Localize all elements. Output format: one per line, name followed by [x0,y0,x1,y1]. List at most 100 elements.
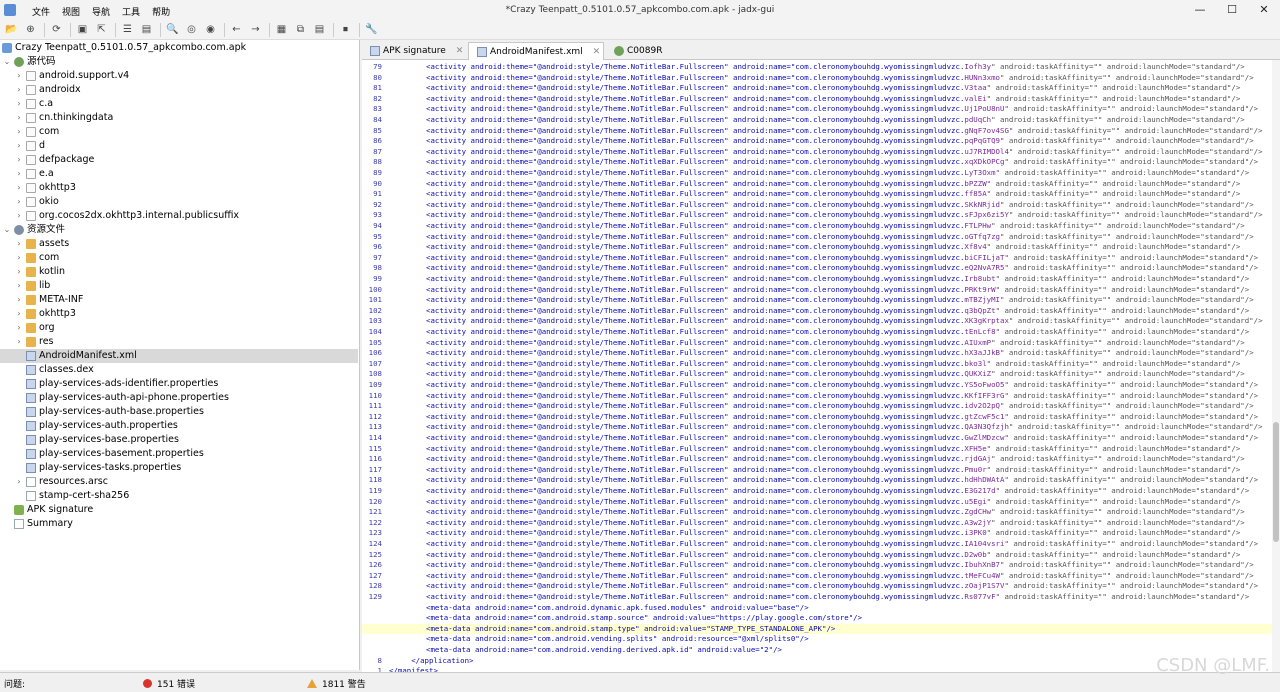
scrollbar-thumb[interactable] [1273,422,1279,542]
save-icon[interactable]: ▣ [74,22,91,38]
tree-package[interactable]: › android.support.v4 [14,69,129,83]
tree-package[interactable]: › okio [14,195,59,209]
expand-arrow-icon[interactable]: › [14,307,24,321]
close-button[interactable]: ✕ [1248,0,1280,20]
tree-folder[interactable]: › assets [14,237,69,251]
expand-arrow-icon[interactable]: › [14,237,24,251]
expand-arrow-icon[interactable]: › [14,335,24,349]
expand-arrow-icon[interactable]: › [14,279,24,293]
quark-icon[interactable]: ▦ [273,22,290,38]
expand-arrow-icon[interactable]: › [14,69,24,83]
expand-arrow-icon[interactable]: › [14,209,24,223]
tree-file[interactable]: play-services-auth.properties [14,419,178,433]
expand-arrow-icon[interactable]: › [14,153,24,167]
expand-arrow-icon[interactable]: ⌄ [2,55,12,69]
tree-package[interactable]: › okhttp3 [14,181,76,195]
tree-file[interactable]: play-services-basement.properties [14,447,204,461]
code-token: " android:taskAffinity="" android:launch… [1008,210,1263,220]
tree-folder[interactable]: › META-INF [14,293,83,307]
export-icon[interactable]: ⇱ [93,22,110,38]
expand-arrow-icon[interactable]: › [14,321,24,335]
tree-file[interactable]: play-services-tasks.properties [14,461,181,475]
tree-package[interactable]: › defpackage [14,153,94,167]
settings-icon[interactable]: 🔧 [363,22,380,38]
tree-apk-signature[interactable]: APK signature [2,503,93,517]
debug-icon[interactable]: ⏹ [337,22,354,38]
code-text: <activity android:theme="@android:style/… [426,136,1254,147]
sync-tree-icon[interactable]: ☰ [119,22,136,38]
tree-file[interactable]: play-services-auth-base.properties [14,405,204,419]
expand-arrow-icon[interactable]: › [14,83,24,97]
tree-folder[interactable]: › com [14,251,59,265]
tree-file[interactable]: play-services-ads-identifier.properties [14,377,218,391]
code-line: 112 <activity android:theme="@android:sty… [362,412,1272,423]
tree-folder[interactable]: › okhttp3 [14,307,76,321]
tree-package[interactable]: › d [14,139,45,153]
tree-package[interactable]: › org.cocos2dx.okhttp3.internal.publicsuf… [14,209,239,223]
line-number: 107 [368,358,382,368]
code-token: E3G217d [964,486,996,495]
tree-cert[interactable]: stamp-cert-sha256 [14,489,129,503]
expand-arrow-icon[interactable]: › [14,195,24,209]
tree-arsc[interactable]: › resources.arsc [14,475,108,489]
expand-arrow-icon[interactable]: › [14,251,24,265]
vertical-scrollbar[interactable] [1272,60,1280,680]
tree-root[interactable]: Crazy Teenpatt_0.5101.0.57_apkcombo.com.… [0,41,246,55]
tree-resources[interactable]: ⌄ 资源文件 [2,223,65,237]
expand-arrow-icon[interactable]: ⌄ [2,223,12,237]
code-line: 85 <activity android:theme="@android:styl… [362,126,1272,137]
flatten-icon[interactable]: ▤ [138,22,155,38]
tab-apk-signature[interactable]: APK signature ✕ [362,42,468,60]
expand-arrow-icon[interactable]: › [14,167,24,181]
tree-folder[interactable]: › res [14,335,54,349]
tree-file[interactable]: play-services-base.properties [14,433,179,447]
expand-arrow-icon[interactable]: › [14,125,24,139]
expand-arrow-icon[interactable]: › [14,265,24,279]
maximize-button[interactable]: ☐ [1216,0,1248,20]
code-editor[interactable]: 79 <activity android:theme="@android:styl… [362,60,1280,680]
log-icon[interactable]: ▤ [311,22,328,38]
search-icon[interactable]: 🔍 [164,22,181,38]
expand-arrow-icon[interactable]: › [14,97,24,111]
add-file-icon[interactable]: ⊕ [22,22,39,38]
forward-icon[interactable]: → [247,22,264,38]
tree-file[interactable]: play-services-auth-api-phone.properties [14,391,229,405]
window-title: *Crazy Teenpatt_0.5101.0.57_apkcombo.com… [505,5,775,15]
errors-indicator[interactable]: 151 错误 [143,677,195,690]
expand-arrow-icon[interactable]: › [14,293,24,307]
tree-summary[interactable]: Summary [2,517,73,531]
code-token: pdUqCh [964,115,992,124]
code-token: " android:taskAffinity="" android:launch… [995,168,1250,177]
expand-arrow-icon[interactable]: › [14,181,24,195]
project-tree[interactable]: Crazy Teenpatt_0.5101.0.57_apkcombo.com.… [0,40,360,670]
deobfuscate-icon[interactable]: ⧉ [292,22,309,38]
tree-folder[interactable]: › org [14,321,55,335]
close-icon[interactable]: ✕ [456,46,464,56]
code-line: 104 <activity android:theme="@android:sty… [362,327,1272,338]
tree-folder[interactable]: › lib [14,279,50,293]
find-usage-icon[interactable]: ◉ [202,22,219,38]
tree-package[interactable]: › cn.thinkingdata [14,111,113,125]
tree-folder[interactable]: › kotlin [14,265,65,279]
tree-file[interactable]: classes.dex [14,363,94,377]
warnings-indicator[interactable]: 1811 警告 [307,677,366,690]
expand-arrow-icon[interactable]: › [14,475,24,489]
tab-android-manifest[interactable]: AndroidManifest.xml ✕ [468,42,604,60]
tree-package[interactable]: › e.a [14,167,54,181]
close-icon[interactable]: ✕ [593,47,601,57]
code-token: " android:taskAffinity="" android:launch… [986,242,1241,252]
minimize-button[interactable]: — [1184,0,1216,20]
reload-icon[interactable]: ⟳ [48,22,65,38]
tree-source-code[interactable]: ⌄ 源代码 [2,55,56,69]
tree-file-selected[interactable]: AndroidManifest.xml [0,349,358,363]
tree-package[interactable]: › androidx [14,83,81,97]
line-number: 94 [373,221,382,230]
expand-arrow-icon[interactable]: › [14,139,24,153]
tab-c0089r[interactable]: C0089R [606,42,686,60]
open-file-icon[interactable]: 📂 [3,22,20,38]
back-icon[interactable]: ← [228,22,245,38]
tree-package[interactable]: › com [14,125,59,139]
expand-arrow-icon[interactable]: › [14,111,24,125]
tree-package[interactable]: › c.a [14,97,53,111]
find-class-icon[interactable]: ◎ [183,22,200,38]
